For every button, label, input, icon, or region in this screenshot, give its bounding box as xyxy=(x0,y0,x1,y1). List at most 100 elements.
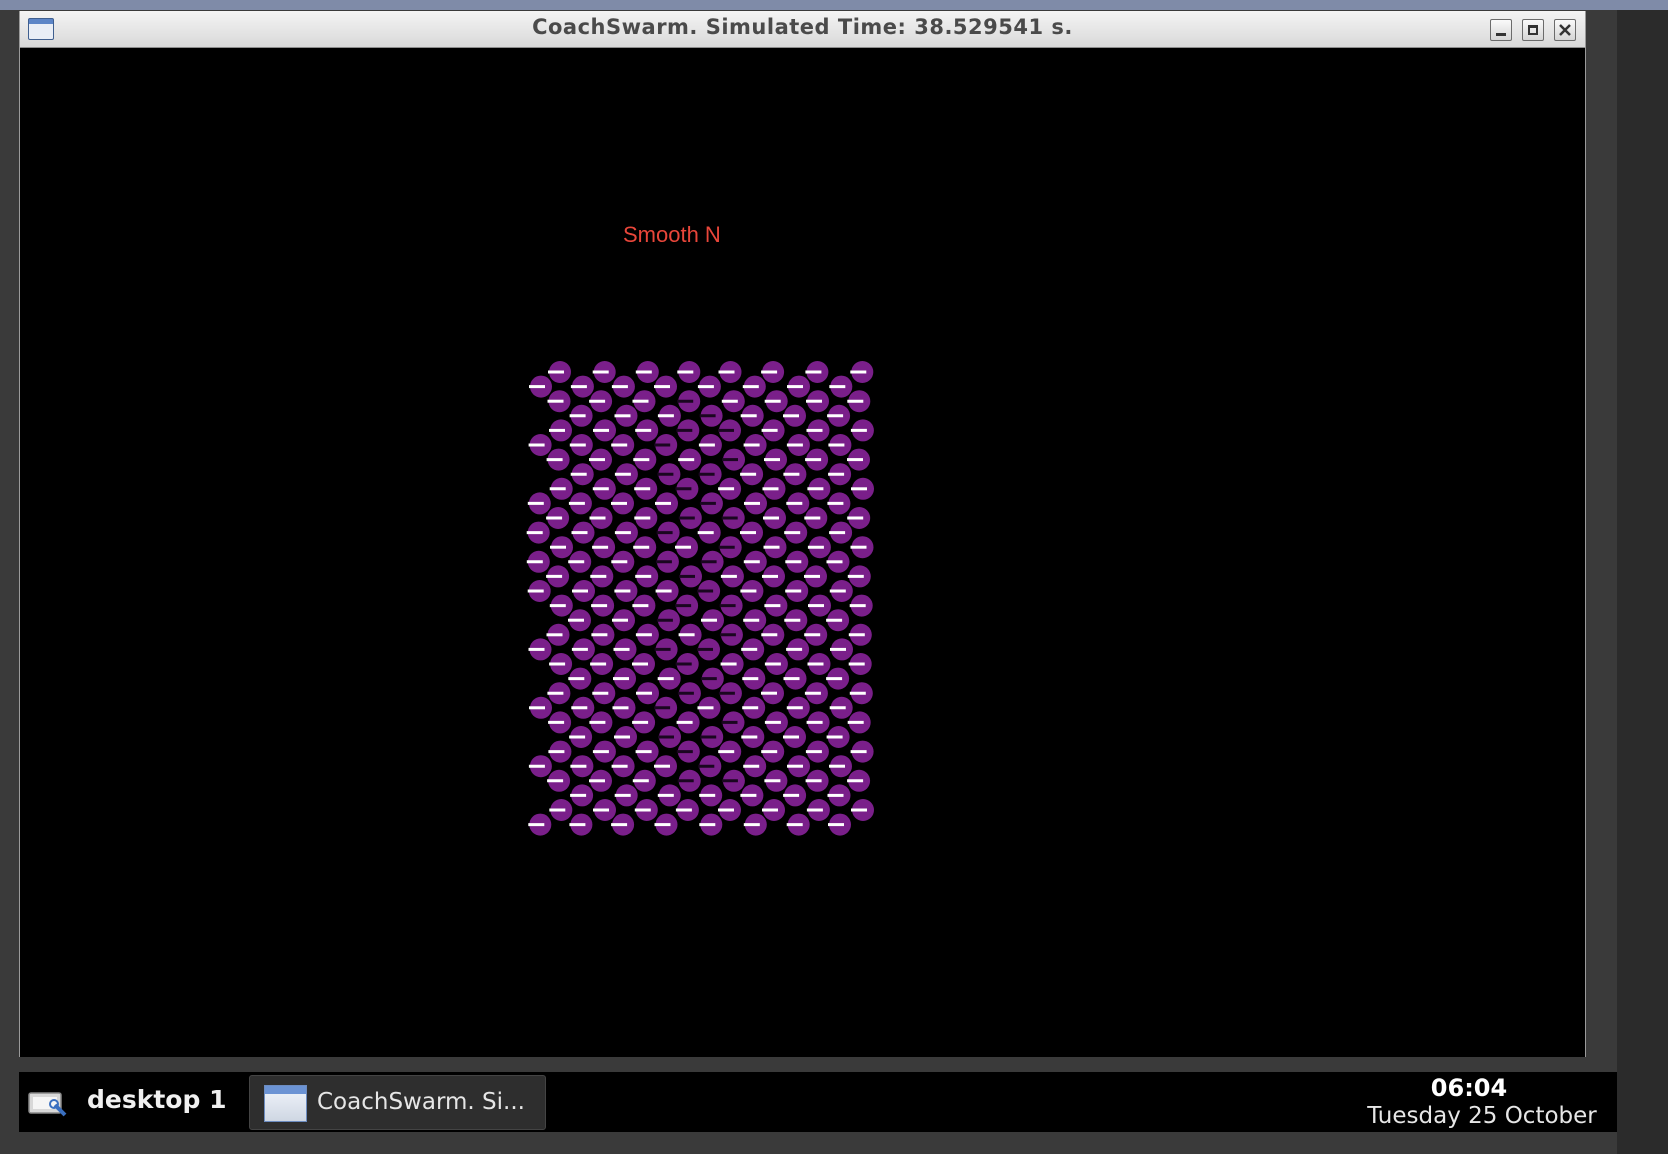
swarm-agent xyxy=(636,682,659,705)
swarm-agent xyxy=(632,711,656,734)
swarm-agent xyxy=(762,565,785,588)
swarm-agent xyxy=(675,477,699,500)
swarm-agent xyxy=(718,477,742,500)
swarm-agent xyxy=(548,361,571,383)
swarm-agent xyxy=(527,580,551,602)
swarm-agent xyxy=(570,375,594,398)
swarm-agent xyxy=(783,784,807,807)
swarm-agent xyxy=(805,769,829,792)
swarm-agent xyxy=(547,769,571,792)
swarm-agent xyxy=(741,638,765,661)
swarm-agent xyxy=(592,682,616,705)
swarm-agent xyxy=(807,653,831,675)
swarm-agent xyxy=(655,580,679,602)
swarm-agent xyxy=(675,653,699,675)
swarm-agent xyxy=(678,507,702,529)
swarm-agent xyxy=(740,521,763,544)
swarm-agent xyxy=(761,623,785,646)
swarm-agent xyxy=(549,477,573,500)
swarm-agent xyxy=(633,448,657,471)
swarm-agent xyxy=(718,740,742,763)
swarm-agent xyxy=(761,419,785,442)
swarm-agent xyxy=(528,755,552,778)
taskbar-item-label: CoachSwarm. Si... xyxy=(317,1089,525,1115)
desktop-background xyxy=(1617,10,1668,1154)
close-icon[interactable] xyxy=(1554,19,1576,41)
taskbar-item-coachswarm[interactable]: CoachSwarm. Si... xyxy=(249,1075,546,1130)
simulation-canvas[interactable]: Smooth N xyxy=(20,48,1585,1093)
swarm-agent xyxy=(589,769,612,792)
swarm-agent xyxy=(764,653,788,675)
swarm-agent xyxy=(611,755,635,778)
swarm-agent xyxy=(764,769,788,792)
swarm-agent xyxy=(632,390,656,413)
swarm-agent xyxy=(614,726,637,748)
swarm-agent xyxy=(741,726,765,748)
swarm-agent xyxy=(654,696,678,719)
swarm-agent xyxy=(806,799,830,821)
swarm-agent xyxy=(677,361,701,383)
swarm-agent xyxy=(675,594,699,617)
swarm-agent xyxy=(568,550,592,573)
swarm-agent xyxy=(718,419,741,442)
swarm-agent xyxy=(613,667,636,690)
swarm-agent xyxy=(546,565,570,588)
clock-time[interactable]: 06:04 xyxy=(1349,1074,1589,1102)
swarm-agent xyxy=(718,799,741,821)
swarm-agent xyxy=(571,696,595,719)
swarm-agent xyxy=(571,638,595,661)
swarm-agent xyxy=(805,448,829,471)
swarm-agent xyxy=(787,375,810,398)
swarm-agent xyxy=(786,434,810,456)
swarm-agent xyxy=(568,492,592,515)
swarm-agent xyxy=(590,653,614,675)
swarm-agent xyxy=(743,434,767,456)
swarm-agent xyxy=(549,799,573,821)
swarm-agent xyxy=(722,448,745,471)
desktop-switcher-icon[interactable] xyxy=(27,1087,69,1119)
swarm-agent xyxy=(611,492,634,515)
swarm-agent xyxy=(743,550,767,573)
swarm-agent xyxy=(787,755,810,778)
swarm-agent xyxy=(591,623,615,646)
swarm-agent xyxy=(847,448,870,471)
swarm-agent xyxy=(807,477,831,500)
swarm-agent xyxy=(785,550,809,573)
swarm-agent xyxy=(721,711,745,734)
swarm-agent xyxy=(699,492,723,515)
swarm-agent xyxy=(826,726,850,748)
swarm-agent xyxy=(613,638,637,661)
swarm-agent xyxy=(569,404,593,427)
swarm-agent xyxy=(740,404,764,427)
swarm-agent xyxy=(783,726,806,748)
swarm-agent xyxy=(529,696,552,719)
swarm-agent xyxy=(847,769,871,792)
desktop-label[interactable]: desktop 1 xyxy=(87,1085,226,1114)
swarm-agent xyxy=(632,594,656,617)
swarm-agent xyxy=(589,507,613,529)
swarm-agent xyxy=(847,390,871,413)
swarm-agent xyxy=(701,609,724,632)
window-titlebar[interactable]: CoachSwarm. Simulated Time: 38.529541 s. xyxy=(20,11,1585,48)
swarm-agent xyxy=(830,638,853,661)
swarm-agent xyxy=(593,419,616,442)
swarm-agent xyxy=(783,463,807,486)
swarm-agent xyxy=(699,404,723,427)
window-title: CoachSwarm. Simulated Time: 38.529541 s. xyxy=(532,15,1073,39)
swarm-agent xyxy=(786,638,810,661)
swarm-agent xyxy=(847,711,871,734)
swarm-agent xyxy=(527,492,551,515)
swarm-agent xyxy=(632,769,656,792)
swarm-agent xyxy=(829,696,853,719)
minimize-icon[interactable] xyxy=(1490,19,1512,41)
swarm-agent xyxy=(718,361,742,383)
swarm-agent xyxy=(848,653,872,675)
maximize-icon[interactable] xyxy=(1522,19,1544,41)
swarm-agent xyxy=(526,521,550,544)
swarm-agent xyxy=(764,448,787,471)
swarm-agent xyxy=(632,653,655,675)
swarm-agent xyxy=(592,477,616,500)
swarm-agent xyxy=(656,609,680,632)
swarm-agent xyxy=(697,580,721,602)
swarm-agent xyxy=(526,550,550,573)
